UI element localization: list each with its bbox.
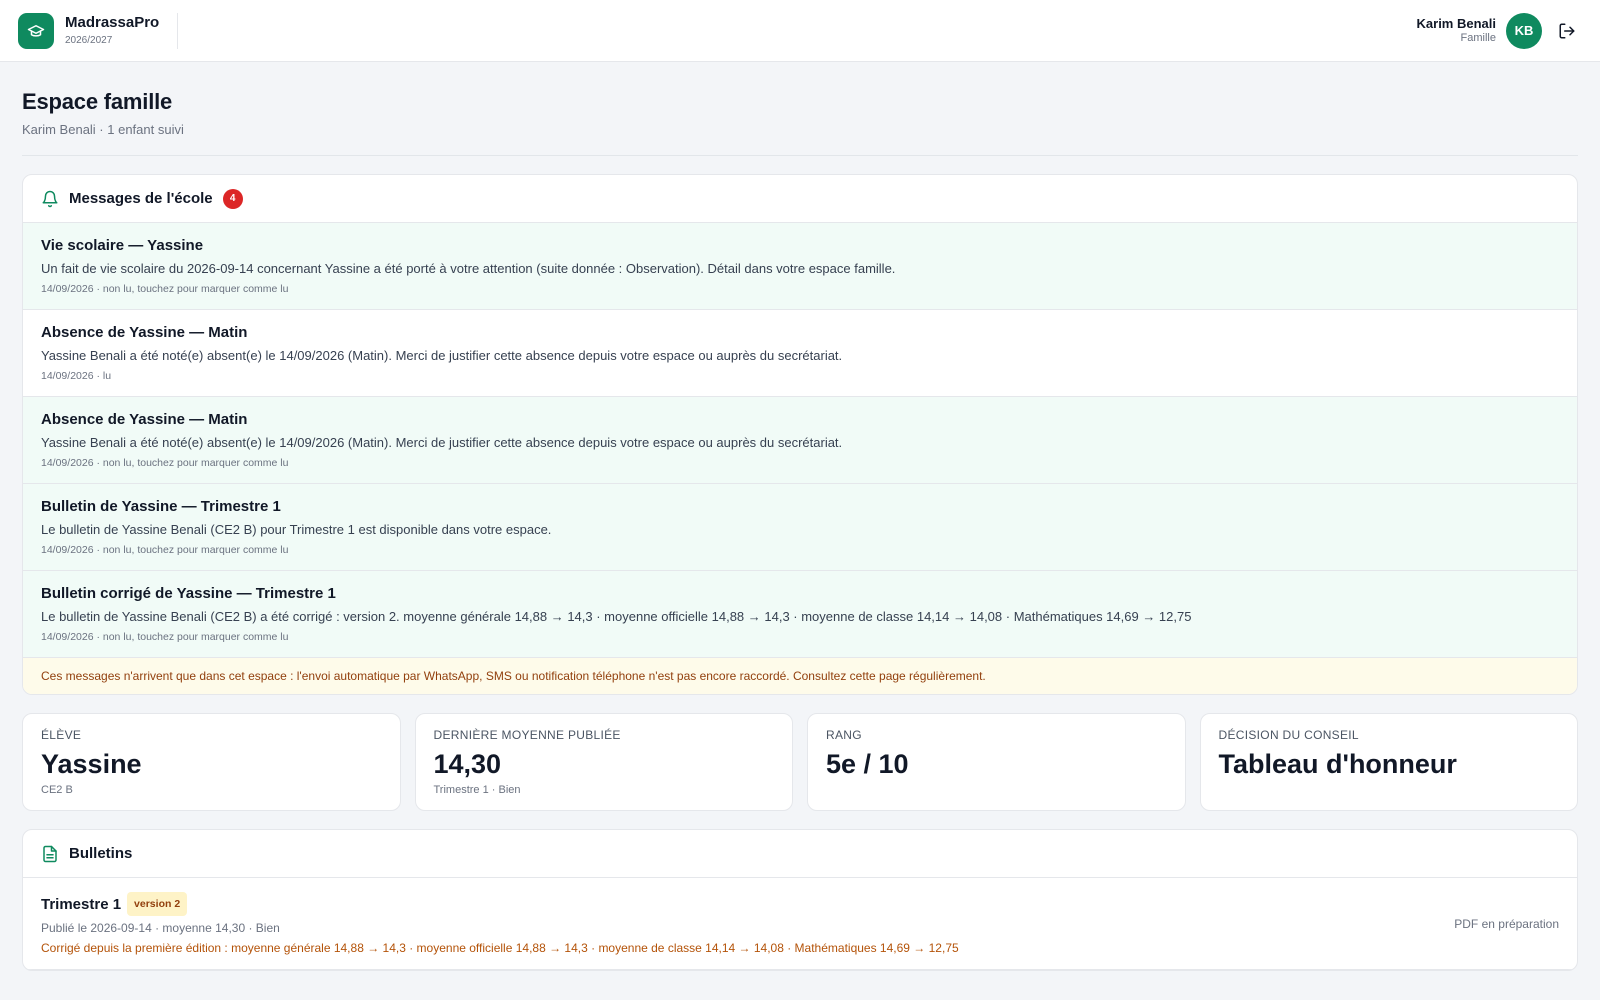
message-body: Le bulletin de Yassine Benali (CE2 B) a …	[41, 609, 1192, 624]
top-bar: MadrassaPro 2026/2027 Karim Benali Famil…	[0, 0, 1600, 62]
message-body: Un fait de vie scolaire du 2026-09-14 co…	[41, 261, 896, 276]
unread-count-badge: 4	[222, 188, 243, 209]
message-item[interactable]: Bulletin de Yassine — Trimestre 1 Le bul…	[23, 484, 1577, 571]
bulletins-card: Bulletins Trimestre 1 version 2 Publié l…	[22, 829, 1578, 971]
stat-card-student: Élève Yassine CE2 B	[22, 713, 401, 811]
graduation-cap-icon	[18, 12, 54, 49]
stat-sub: Trimestre 1 · Bien	[433, 784, 521, 796]
message-body: Le bulletin de Yassine Benali (CE2 B) po…	[41, 522, 552, 537]
page-title: Espace famille	[22, 89, 173, 114]
stat-value: Yassine	[41, 749, 142, 779]
pdf-status: PDF en préparation	[1454, 916, 1559, 931]
messages-card: Messages de l'école 4 Vie scolaire — Yas…	[22, 174, 1578, 695]
message-body: Yassine Benali a été noté(e) absent(e) l…	[41, 435, 843, 450]
avatar[interactable]: KB	[1506, 12, 1542, 49]
bulletin-meta: Publié le 2026-09-14 · moyenne 14,30 · B…	[41, 921, 280, 935]
message-title: Bulletin de Yassine — Trimestre 1	[41, 498, 281, 515]
message-meta: 14/09/2026 · non lu, touchez pour marque…	[41, 283, 289, 295]
message-title: Bulletin corrigé de Yassine — Trimestre …	[41, 585, 336, 602]
message-title: Absence de Yassine — Matin	[41, 411, 248, 428]
bulletin-correction: Corrigé depuis la première édition : moy…	[41, 941, 959, 955]
stat-sub: CE2 B	[41, 784, 73, 796]
stats-row: Élève Yassine CE2 B Dernière moyenne pub…	[22, 713, 1578, 811]
school-year: 2026/2027	[65, 35, 113, 46]
stat-label: Dernière moyenne publiée	[433, 728, 621, 742]
logout-button[interactable]	[1552, 16, 1582, 46]
message-meta: 14/09/2026 · non lu, touchez pour marque…	[41, 544, 289, 556]
brand-text: MadrassaPro 2026/2027	[65, 14, 159, 47]
page-subtitle: Karim Benali · 1 enfant suivi	[22, 122, 184, 137]
messages-header: Messages de l'école 4	[23, 175, 1577, 223]
user-name: Karim Benali	[1416, 16, 1496, 31]
bulletin-title: Trimestre 1	[41, 895, 122, 913]
user-text: Karim Benali Famille	[1417, 16, 1496, 45]
stat-value: 5e / 10	[826, 749, 909, 779]
message-meta: 14/09/2026 · non lu, touchez pour marque…	[41, 457, 289, 469]
messages-title: Messages de l'école	[69, 190, 213, 207]
message-item[interactable]: Vie scolaire — Yassine Un fait de vie sc…	[23, 223, 1577, 310]
message-item[interactable]: Absence de Yassine — Matin Yassine Benal…	[23, 397, 1577, 484]
page-header: Espace famille Karim Benali · 1 enfant s…	[22, 62, 1578, 156]
app-name: MadrassaPro	[65, 14, 160, 31]
message-item[interactable]: Absence de Yassine — Matin Yassine Benal…	[23, 310, 1577, 397]
brand[interactable]: MadrassaPro 2026/2027	[18, 12, 179, 49]
message-meta: 14/09/2026 · lu	[41, 370, 112, 382]
messages-notice: Ces messages n'arrivent que dans cet esp…	[23, 658, 1577, 694]
stat-label: Rang	[826, 728, 862, 742]
stat-value: Tableau d'honneur	[1218, 749, 1457, 779]
message-item[interactable]: Bulletin corrigé de Yassine — Trimestre …	[23, 571, 1577, 658]
bulletin-info: Trimestre 1 version 2 Publié le 2026-09-…	[41, 892, 1454, 955]
document-icon	[43, 845, 57, 862]
user-menu[interactable]: Karim Benali Famille KB	[1417, 12, 1542, 49]
bulletin-row[interactable]: Trimestre 1 version 2 Publié le 2026-09-…	[23, 878, 1577, 970]
bulletins-header: Bulletins	[23, 830, 1577, 878]
bell-icon	[42, 190, 58, 207]
version-badge: version 2	[127, 892, 188, 916]
stat-card-average: Dernière moyenne publiée 14,30 Trimestre…	[414, 713, 793, 811]
logout-icon	[1559, 23, 1575, 38]
message-title: Absence de Yassine — Matin	[41, 324, 248, 341]
message-title: Vie scolaire — Yassine	[41, 237, 204, 254]
user-role: Famille	[1460, 32, 1496, 44]
message-body: Yassine Benali a été noté(e) absent(e) l…	[41, 348, 843, 363]
bulletins-title: Bulletins	[69, 845, 133, 862]
stat-value: 14,30	[433, 749, 502, 779]
stat-label: Décision du conseil	[1218, 728, 1359, 742]
stat-label: Élève	[41, 728, 82, 742]
bulletin-title-line: Trimestre 1 version 2	[41, 892, 1454, 916]
stat-card-rank: Rang 5e / 10	[807, 713, 1186, 811]
stat-card-decision: Décision du conseil Tableau d'honneur	[1199, 713, 1578, 811]
main-content: Espace famille Karim Benali · 1 enfant s…	[0, 62, 1600, 971]
message-meta: 14/09/2026 · non lu, touchez pour marque…	[41, 631, 289, 643]
